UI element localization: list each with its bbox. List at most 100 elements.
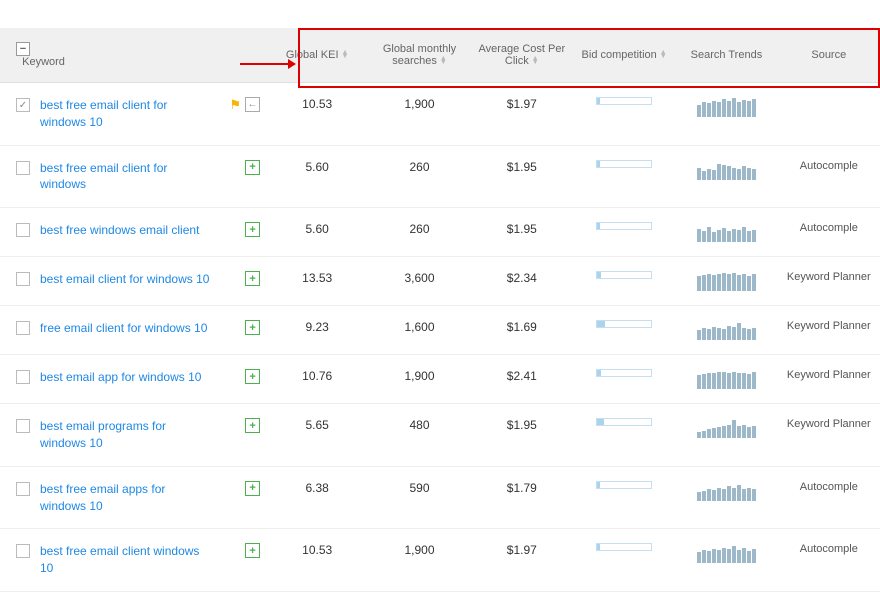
kei-value: 10.76 xyxy=(266,355,368,404)
row-checkbox[interactable] xyxy=(16,370,30,384)
source-value: Keyword Planner xyxy=(778,404,880,467)
kei-value: 10.53 xyxy=(266,83,368,146)
gms-value: 1,900 xyxy=(368,355,470,404)
bid-bar xyxy=(596,271,652,279)
keyword-link[interactable]: best email app for windows 10 xyxy=(40,369,201,386)
add-icon[interactable]: + xyxy=(245,369,260,384)
cpc-value: $2.34 xyxy=(471,257,573,306)
bid-bar xyxy=(596,543,652,551)
keyword-link[interactable]: free email client for windows 10 xyxy=(40,320,207,337)
sort-icon[interactable]: ▲▼ xyxy=(532,57,539,65)
kei-value: 5.60 xyxy=(266,208,368,257)
keyword-link[interactable]: best free email apps for windows 10 xyxy=(40,481,210,515)
sort-icon[interactable]: ▲▼ xyxy=(440,57,447,65)
table-row: best email programs for windows 10 +5.654… xyxy=(0,404,880,467)
add-icon[interactable]: + xyxy=(245,543,260,558)
row-checkbox[interactable] xyxy=(16,161,30,175)
cpc-value: $1.95 xyxy=(471,145,573,208)
trends-sparkline xyxy=(681,543,771,563)
select-all-toggle[interactable] xyxy=(16,42,30,56)
kei-value: 9.23 xyxy=(266,306,368,355)
keyword-link[interactable]: best free email client for windows 10 xyxy=(40,97,210,131)
source-header[interactable]: Source xyxy=(811,49,846,61)
row-checkbox[interactable] xyxy=(16,419,30,433)
keyword-link[interactable]: best free email client windows 10 xyxy=(40,543,210,577)
cpc-value: $1.97 xyxy=(471,529,573,592)
bid-bar xyxy=(596,369,652,377)
gms-value: 260 xyxy=(368,145,470,208)
row-checkbox[interactable] xyxy=(16,223,30,237)
trends-sparkline xyxy=(681,271,771,291)
cpc-value: $1.79 xyxy=(471,466,573,529)
bid-bar xyxy=(596,418,652,426)
bid-bar xyxy=(596,320,652,328)
gms-value: 1,900 xyxy=(368,529,470,592)
source-value: Autocomple xyxy=(778,529,880,592)
trends-sparkline xyxy=(681,320,771,340)
row-checkbox[interactable] xyxy=(16,544,30,558)
add-icon[interactable]: + xyxy=(245,418,260,433)
bid-bar xyxy=(596,160,652,168)
kei-value: 10.53 xyxy=(266,529,368,592)
cpc-header[interactable]: Average Cost Per Click xyxy=(479,43,566,67)
table-row: best free email client for windows +5.602… xyxy=(0,145,880,208)
cpc-value: $1.97 xyxy=(471,83,573,146)
bid-bar xyxy=(596,481,652,489)
kei-header[interactable]: Global KEI xyxy=(286,49,339,61)
keyword-header[interactable]: Keyword xyxy=(22,56,65,68)
table-row: best free email apps for windows 10 +6.38… xyxy=(0,466,880,529)
table-row: free email client for windows 10 +9.231,6… xyxy=(0,306,880,355)
gms-value: 3,600 xyxy=(368,257,470,306)
source-value: Autocomple xyxy=(778,208,880,257)
source-value: Autocomple xyxy=(778,466,880,529)
trends-sparkline xyxy=(681,97,771,117)
cpc-value: $1.95 xyxy=(471,208,573,257)
table-row: best free email client for windows 10 ⚑ ← 1… xyxy=(0,83,880,146)
keyword-link[interactable]: best email client for windows 10 xyxy=(40,271,209,288)
keyword-link[interactable]: best free email client for windows xyxy=(40,160,210,194)
source-value xyxy=(778,83,880,146)
kei-value: 5.65 xyxy=(266,404,368,467)
row-checkbox[interactable] xyxy=(16,321,30,335)
back-icon[interactable]: ← xyxy=(245,97,260,112)
table-row: best free email client windows 10 +10.531… xyxy=(0,529,880,592)
cpc-value: $1.95 xyxy=(471,404,573,467)
table-row: best email client for windows 10+13.533,… xyxy=(0,257,880,306)
cpc-value: $1.69 xyxy=(471,306,573,355)
gms-value: 590 xyxy=(368,466,470,529)
add-icon[interactable]: + xyxy=(245,160,260,175)
source-value: Autocomple xyxy=(778,145,880,208)
trends-sparkline xyxy=(681,481,771,501)
table-header-row: Keyword Global KEI▲▼ Global monthly sear… xyxy=(0,28,880,83)
trends-sparkline xyxy=(681,369,771,389)
source-value: Keyword Planner xyxy=(778,257,880,306)
gms-value: 480 xyxy=(368,404,470,467)
table-row: best email app for windows 10 +10.761,900… xyxy=(0,355,880,404)
add-icon[interactable]: + xyxy=(245,481,260,496)
source-value: Keyword Planner xyxy=(778,355,880,404)
gms-value: 260 xyxy=(368,208,470,257)
kei-value: 5.60 xyxy=(266,145,368,208)
gms-value: 1,900 xyxy=(368,83,470,146)
flag-icon[interactable]: ⚑ xyxy=(229,97,241,113)
keyword-link[interactable]: best free windows email client xyxy=(40,222,199,239)
add-icon[interactable]: + xyxy=(245,271,260,286)
row-checkbox[interactable] xyxy=(16,482,30,496)
bid-bar xyxy=(596,222,652,230)
keyword-link[interactable]: best email programs for windows 10 xyxy=(40,418,210,452)
keyword-table: Keyword Global KEI▲▼ Global monthly sear… xyxy=(0,28,880,592)
row-checkbox[interactable] xyxy=(16,272,30,286)
row-checkbox[interactable] xyxy=(16,98,30,112)
source-value: Keyword Planner xyxy=(778,306,880,355)
trends-sparkline xyxy=(681,160,771,180)
gms-value: 1,600 xyxy=(368,306,470,355)
trends-header[interactable]: Search Trends xyxy=(691,49,763,61)
sort-icon[interactable]: ▲▼ xyxy=(342,51,349,59)
bid-header[interactable]: Bid competition xyxy=(582,49,657,61)
add-icon[interactable]: + xyxy=(245,320,260,335)
sort-icon[interactable]: ▲▼ xyxy=(660,51,667,59)
trends-sparkline xyxy=(681,418,771,438)
table-row: best free windows email client +5.60260$1… xyxy=(0,208,880,257)
kei-value: 6.38 xyxy=(266,466,368,529)
add-icon[interactable]: + xyxy=(245,222,260,237)
